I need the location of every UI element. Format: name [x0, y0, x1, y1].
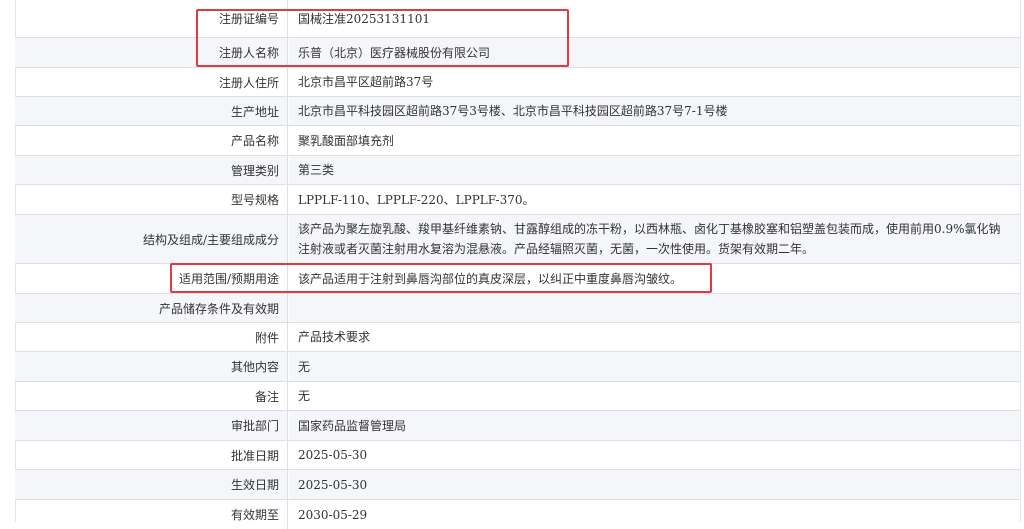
row-attachment: 附件 产品技术要求 — [15, 323, 1020, 352]
row-label: 有效期至 — [15, 500, 288, 529]
row-label: 适用范围/预期用途 — [15, 264, 288, 293]
row-value — [289, 294, 1020, 322]
row-value: 国械注准20253131101 — [298, 11, 430, 26]
row-value: 2025-05-30 — [298, 448, 368, 462]
row-management-class: 管理类别 第三类 — [15, 156, 1020, 185]
row-other: 其他内容 无 — [15, 352, 1020, 382]
row-intended-use: 适用范围/预期用途 该产品适用于注射到鼻唇沟部位的真皮深层，以纠正中重度鼻唇沟皱… — [15, 264, 1020, 294]
row-label: 型号规格 — [15, 185, 288, 214]
row-value: 无 — [289, 352, 1020, 381]
row-label: 管理类别 — [15, 156, 288, 184]
row-production-address: 生产地址 北京市昌平科技园区超前路37号3号楼、北京市昌平科技园区超前路37号7… — [15, 97, 1020, 126]
row-label: 生效日期 — [15, 470, 288, 499]
row-label: 审批部门 — [15, 411, 288, 440]
row-value: 北京市昌平区超前路37号 — [298, 75, 434, 89]
row-value: 产品技术要求 — [298, 330, 371, 344]
row-remarks: 备注 无 — [15, 382, 1020, 411]
row-value: 2030-05-29 — [298, 507, 368, 522]
row-registration-number: 注册证编号 国械注准20253131101 — [15, 0, 1020, 38]
row-label: 产品储存条件及有效期 — [15, 294, 288, 322]
row-approval-dept: 审批部门 国家药品监督管理局 — [15, 411, 1020, 441]
row-value: 该产品适用于注射到鼻唇沟部位的真皮深层，以纠正中重度鼻唇沟皱纹。 — [298, 271, 683, 286]
row-value: 无 — [298, 389, 311, 403]
row-label: 其他内容 — [15, 352, 288, 381]
row-registrant-address: 注册人住所 北京市昌平区超前路37号 — [15, 68, 1020, 97]
row-valid-until: 有效期至 2030-05-29 — [15, 500, 1020, 529]
row-value: 第三类 — [289, 156, 1020, 184]
row-label: 注册人住所 — [15, 68, 288, 96]
row-label: 附件 — [15, 323, 288, 351]
row-label: 生产地址 — [15, 97, 288, 125]
row-label: 结构及组成/主要组成成分 — [15, 215, 288, 263]
row-value: 聚乳酸面部填充剂 — [298, 133, 395, 148]
row-product-name: 产品名称 聚乳酸面部填充剂 — [15, 126, 1020, 156]
row-label: 批准日期 — [15, 441, 288, 469]
row-value: 该产品为聚左旋乳酸、羧甲基纤维素钠、甘露醇组成的冻干粉，以西林瓶、卤化丁基橡胶塞… — [289, 215, 1020, 263]
row-value: 国家药品监督管理局 — [289, 411, 1020, 440]
row-label: 注册证编号 — [15, 0, 288, 37]
row-value: LPPLF-110、LPPLF-220、LPPLF-370。 — [298, 192, 535, 207]
row-label: 产品名称 — [15, 126, 288, 155]
row-label: 注册人名称 — [15, 38, 288, 67]
row-registrant-name: 注册人名称 乐普（北京）医疗器械股份有限公司 — [15, 38, 1020, 68]
row-label: 备注 — [15, 382, 288, 410]
row-model-spec: 型号规格 LPPLF-110、LPPLF-220、LPPLF-370。 — [15, 185, 1020, 215]
row-approval-date: 批准日期 2025-05-30 — [15, 441, 1020, 470]
row-effective-date: 生效日期 2025-05-30 — [15, 470, 1020, 500]
row-value: 北京市昌平科技园区超前路37号3号楼、北京市昌平科技园区超前路37号7-1号楼 — [289, 97, 1020, 125]
row-composition: 结构及组成/主要组成成分 该产品为聚左旋乳酸、羧甲基纤维素钠、甘露醇组成的冻干粉… — [15, 215, 1020, 264]
row-storage: 产品储存条件及有效期 — [15, 294, 1020, 323]
row-value: 乐普（北京）医疗器械股份有限公司 — [289, 38, 1020, 67]
row-value: 2025-05-30 — [289, 470, 1020, 499]
